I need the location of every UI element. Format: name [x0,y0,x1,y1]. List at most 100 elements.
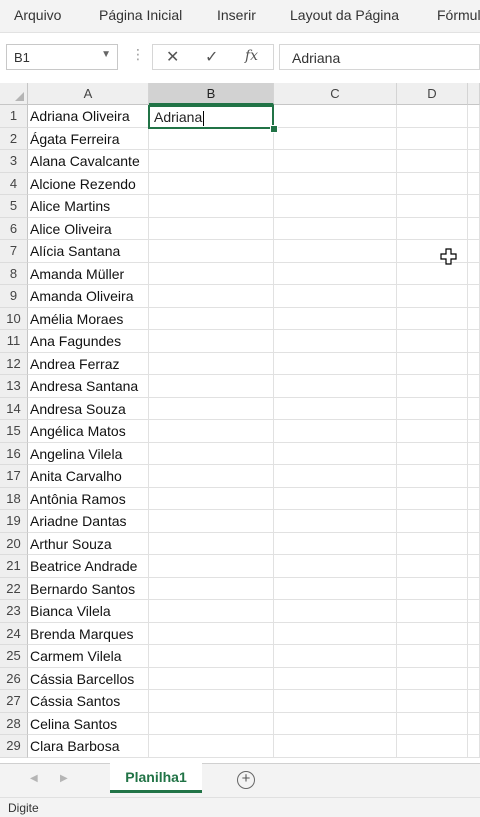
cell-a[interactable]: Anita Carvalho [28,465,149,488]
cell-e[interactable] [468,240,480,263]
cell-d[interactable] [397,735,468,758]
row-header[interactable]: 13 [0,375,28,398]
cell-a[interactable]: Ana Fagundes [28,330,149,353]
cell-c[interactable] [274,195,397,218]
row-header[interactable]: 2 [0,127,28,150]
cell-e[interactable] [468,712,480,735]
cell-e[interactable] [468,532,480,555]
cell-c[interactable] [274,487,397,510]
cell-d[interactable] [397,622,468,645]
cell-c[interactable] [274,690,397,713]
cell-e[interactable] [468,352,480,375]
select-all-corner[interactable] [0,83,28,105]
row-header[interactable]: 27 [0,690,28,713]
cell-e[interactable] [468,555,480,578]
cell-a[interactable]: Amanda Oliveira [28,285,149,308]
cell-b[interactable] [149,712,274,735]
cell-e[interactable] [468,487,480,510]
cell-a[interactable]: Ágata Ferreira [28,127,149,150]
cell-e[interactable] [468,330,480,353]
row-header[interactable]: 12 [0,352,28,375]
cell-d[interactable] [397,105,468,128]
cell-c[interactable] [274,150,397,173]
name-box[interactable]: B1 ▼ [6,44,118,70]
row-header[interactable]: 22 [0,577,28,600]
cell-a[interactable]: Cássia Barcellos [28,667,149,690]
cell-c[interactable] [274,600,397,623]
cell-b[interactable] [149,465,274,488]
cell-a[interactable]: Andresa Souza [28,397,149,420]
active-cell-b1[interactable]: Adriana [148,105,274,129]
cell-d[interactable] [397,127,468,150]
cell-c[interactable] [274,645,397,668]
cell-c[interactable] [274,555,397,578]
cell-d[interactable] [397,397,468,420]
menu-pagina-inicial[interactable]: Página Inicial [99,7,182,23]
row-header[interactable]: 11 [0,330,28,353]
cell-b[interactable] [149,307,274,330]
column-header-c[interactable]: C [274,83,397,105]
cell-e[interactable] [468,127,480,150]
cell-b[interactable] [149,510,274,533]
cell-a[interactable]: Angelina Vilela [28,442,149,465]
cell-b[interactable] [149,532,274,555]
cell-e[interactable] [468,217,480,240]
menu-layout-da-pagina[interactable]: Layout da Página [290,7,399,23]
menu-formulas[interactable]: Fórmul [437,7,480,23]
cell-a[interactable]: Adriana Oliveira [28,105,149,128]
cell-a[interactable]: Ariadne Dantas [28,510,149,533]
cell-a[interactable]: Alice Oliveira [28,217,149,240]
cell-b[interactable] [149,172,274,195]
row-header[interactable]: 6 [0,217,28,240]
cell-c[interactable] [274,285,397,308]
cell-c[interactable] [274,307,397,330]
cell-e[interactable] [468,465,480,488]
cell-a[interactable]: Andresa Santana [28,375,149,398]
cell-d[interactable] [397,420,468,443]
cell-d[interactable] [397,667,468,690]
cell-c[interactable] [274,622,397,645]
cell-c[interactable] [274,262,397,285]
insert-function-button[interactable]: fx [245,48,258,64]
cell-c[interactable] [274,577,397,600]
cell-b[interactable] [149,577,274,600]
cell-b[interactable] [149,240,274,263]
cell-a[interactable]: Alícia Santana [28,240,149,263]
cell-e[interactable] [468,600,480,623]
cell-b[interactable] [149,262,274,285]
cell-e[interactable] [468,375,480,398]
cell-b[interactable] [149,667,274,690]
cell-b[interactable] [149,555,274,578]
row-header[interactable]: 15 [0,420,28,443]
cell-c[interactable] [274,442,397,465]
cell-e[interactable] [468,667,480,690]
cell-b[interactable] [149,352,274,375]
cell-a[interactable]: Bianca Vilela [28,600,149,623]
cell-a[interactable]: Alana Cavalcante [28,150,149,173]
cell-c[interactable] [274,465,397,488]
cell-a[interactable]: Arthur Souza [28,532,149,555]
cell-e[interactable] [468,262,480,285]
cell-c[interactable] [274,217,397,240]
cell-e[interactable] [468,510,480,533]
cell-d[interactable] [397,285,468,308]
cell-a[interactable]: Beatrice Andrade [28,555,149,578]
fill-handle[interactable] [270,125,278,133]
cell-a[interactable]: Amélia Moraes [28,307,149,330]
menu-inserir[interactable]: Inserir [217,7,256,23]
cell-b[interactable] [149,127,274,150]
cell-d[interactable] [397,330,468,353]
row-header[interactable]: 17 [0,465,28,488]
row-header[interactable]: 1 [0,105,28,128]
cell-c[interactable] [274,712,397,735]
cell-d[interactable] [397,150,468,173]
cell-b[interactable] [149,622,274,645]
spreadsheet-grid[interactable]: A B C D 1 Adriana Oliveira 2 Ágata Ferreira… [0,83,480,763]
cell-e[interactable] [468,105,480,128]
sheet-tab-planilha1[interactable]: Planilha1 [110,763,202,793]
cell-b[interactable] [149,690,274,713]
cell-e[interactable] [468,285,480,308]
row-header[interactable]: 10 [0,307,28,330]
cell-c[interactable] [274,330,397,353]
cell-e[interactable] [468,735,480,758]
